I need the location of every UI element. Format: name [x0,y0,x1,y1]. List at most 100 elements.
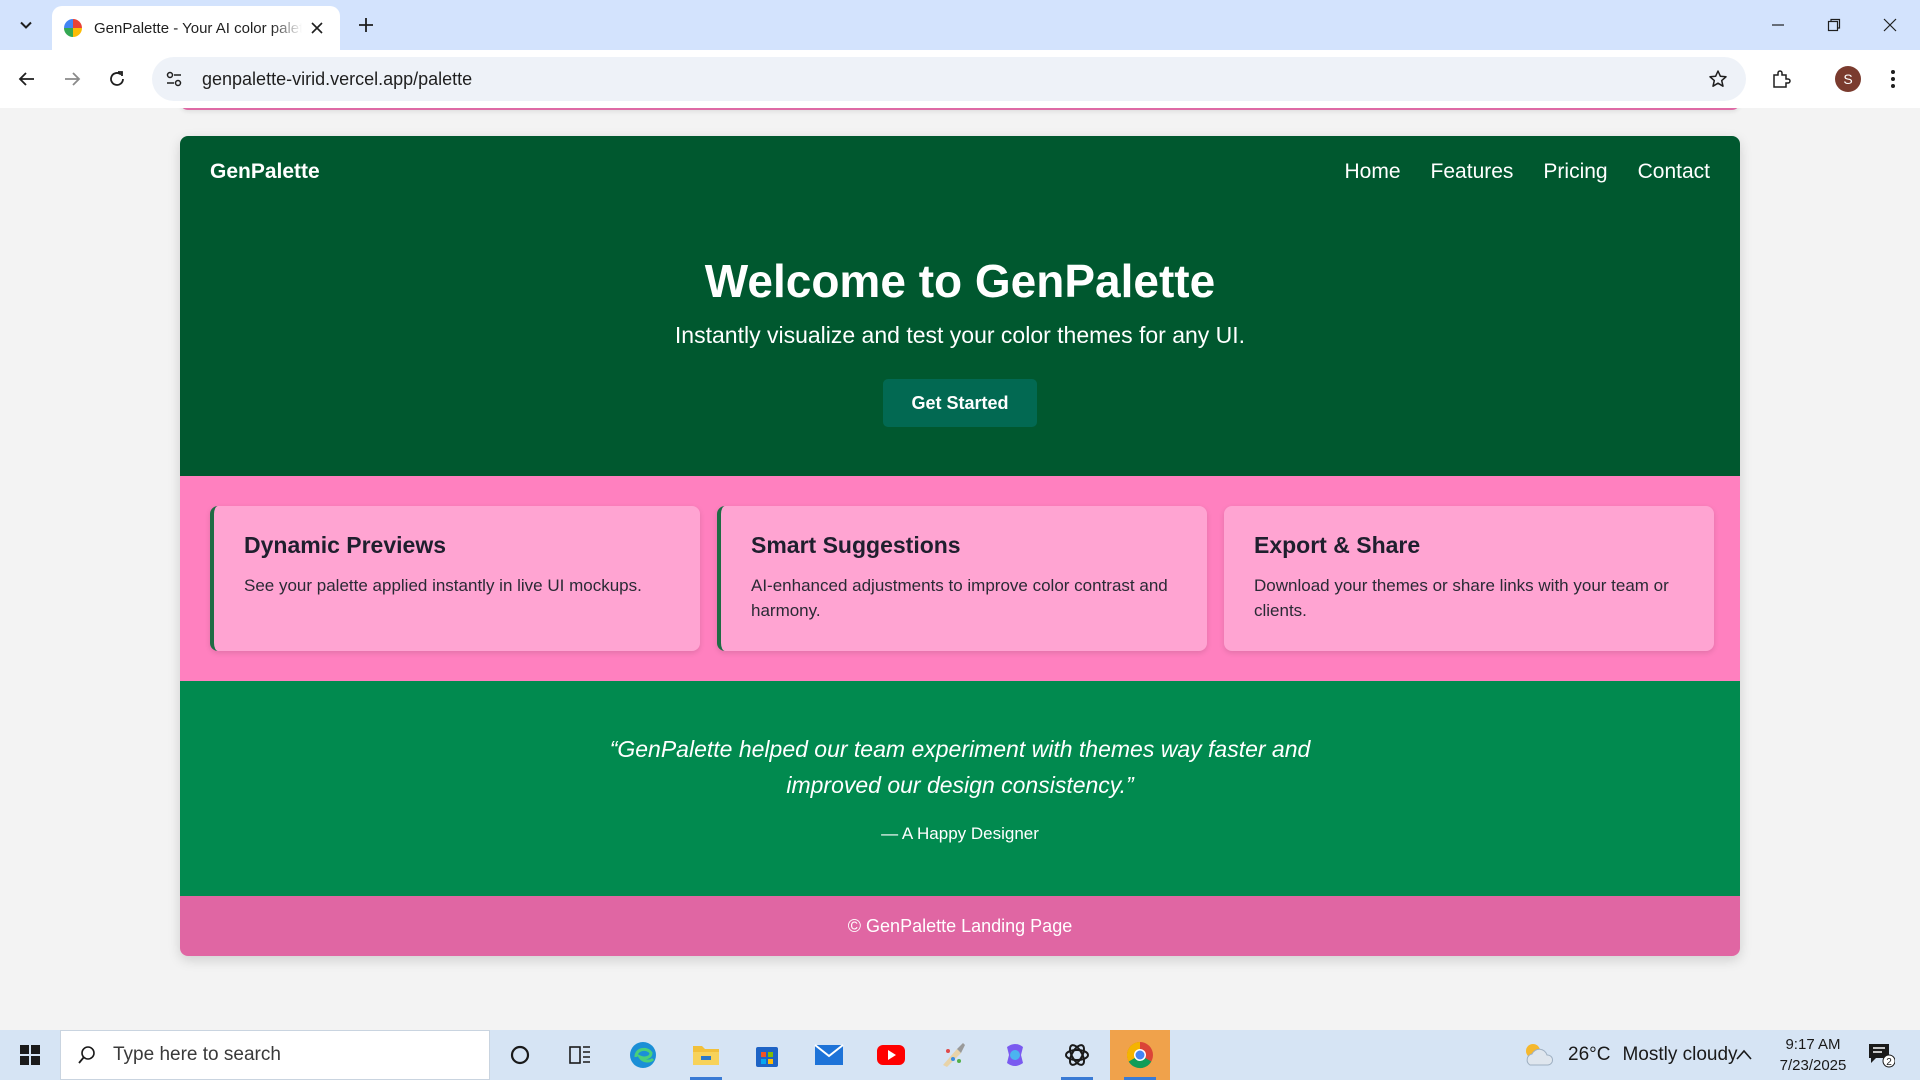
openai-icon [1065,1044,1089,1066]
feature-title: Export & Share [1254,532,1421,558]
site-brand[interactable]: GenPalette [210,160,320,184]
bookmark-button[interactable] [1704,65,1732,93]
nav-contact[interactable]: Contact [1638,160,1710,184]
chrome-icon [1126,1041,1153,1069]
profile-button[interactable]: S [1831,62,1865,96]
address-bar[interactable]: genpalette-virid.vercel.app/palette [152,57,1746,101]
task-view-icon [569,1046,590,1064]
site-nav: Home Features Pricing Contact [1345,160,1710,184]
feature-description: AI-enhanced adjustments to improve color… [751,576,1168,620]
new-tab-button[interactable] [350,10,382,40]
chatgpt-taskbar-icon[interactable] [1047,1030,1107,1080]
windows-logo-icon [20,1045,40,1065]
youtube-icon [877,1045,905,1065]
tune-icon [166,71,182,87]
windows-taskbar: Type here to search 26°C Mostly cloudy 9… [0,1030,1920,1080]
site-favicon-icon [64,19,82,37]
more-vertical-icon [1891,70,1895,88]
clock-time: 9:17 AM [1785,1036,1841,1053]
features-section: Dynamic Previews See your palette applie… [180,476,1740,681]
file-explorer-taskbar-icon[interactable] [676,1030,736,1080]
plus-icon [359,18,373,32]
notification-icon: 2 [1869,1044,1895,1068]
restore-icon [1827,18,1841,32]
close-window-button[interactable] [1862,0,1918,50]
nav-features[interactable]: Features [1431,160,1514,184]
weather-condition: Mostly cloudy [1622,1044,1738,1065]
testimonial-section: “GenPalette helped our team experiment w… [180,681,1740,896]
arrow-right-icon [65,72,81,86]
close-icon [1883,18,1897,32]
nav-pricing[interactable]: Pricing [1543,160,1607,184]
reload-button[interactable] [100,62,134,96]
edge-icon [630,1042,656,1068]
url-text: genpalette-virid.vercel.app/palette [202,68,473,89]
feature-title: Smart Suggestions [751,532,961,558]
tab-title: GenPalette - Your AI color palette [94,19,302,37]
nav-home[interactable]: Home [1345,160,1401,184]
mail-taskbar-icon[interactable] [799,1030,859,1080]
paint-taskbar-icon[interactable] [923,1030,983,1080]
store-icon [756,1047,778,1067]
feature-description: Download your themes or share links with… [1254,576,1669,620]
weather-widget[interactable]: 26°C Mostly cloudy [1520,1030,1738,1080]
task-view-button[interactable] [550,1030,610,1080]
site-info-button[interactable] [156,61,192,97]
get-started-button[interactable]: Get Started [883,379,1037,427]
notification-center-button[interactable]: 2 [1866,1040,1896,1070]
minimize-button[interactable] [1750,0,1806,50]
copilot-icon [1007,1044,1023,1066]
restore-button[interactable] [1806,0,1862,50]
reload-icon [110,71,124,86]
feature-title: Dynamic Previews [244,532,447,558]
chevron-down-icon [20,21,32,29]
arrow-left-icon [18,72,34,86]
mail-icon [814,1044,844,1065]
forward-button[interactable] [55,62,89,96]
copilot-taskbar-icon[interactable] [985,1030,1045,1080]
taskbar-clock[interactable]: 9:17 AM 7/23/2025 [1768,1034,1858,1076]
browser-toolbar: genpalette-virid.vercel.app/palette S [0,50,1920,108]
chevron-up-icon [1736,1049,1752,1060]
browser-menu-button[interactable] [1876,62,1910,96]
partly-cloudy-icon [1526,1044,1554,1066]
feature-card-smart-suggestions: Smart Suggestions AI-enhanced adjustment… [717,506,1207,651]
browser-tab-bar: GenPalette - Your AI color palette [0,0,1920,50]
testimonial-quote: “GenPalette helped our team experiment w… [609,736,1311,798]
notification-count: 2 [1886,1057,1892,1068]
folder-icon [693,1046,719,1065]
previous-preview-edge [180,108,1740,110]
back-button[interactable] [10,62,44,96]
paint-brush-icon [943,1043,965,1067]
search-placeholder: Type here to search [113,1044,281,1065]
tab-close-button[interactable] [306,17,328,39]
weather-temperature: 26°C [1568,1044,1611,1065]
testimonial-author: — A Happy Designer [881,824,1039,843]
chrome-taskbar-icon[interactable] [1110,1030,1170,1080]
tab-search-button[interactable] [10,10,42,40]
close-icon [311,22,323,34]
avatar: S [1835,66,1861,92]
star-icon [1709,70,1727,87]
feature-description: See your palette applied instantly in li… [244,576,642,595]
taskbar-search-box[interactable]: Type here to search [60,1030,490,1080]
hero-section: GenPalette Home Features Pricing Contact… [180,136,1740,476]
hero-subtitle: Instantly visualize and test your color … [674,322,1246,348]
puzzle-icon [1773,70,1791,88]
browser-tab-active[interactable]: GenPalette - Your AI color palette [52,6,340,50]
clock-date: 7/23/2025 [1779,1057,1847,1074]
show-hidden-icons-button[interactable] [1726,1030,1762,1080]
feature-card-dynamic-previews: Dynamic Previews See your palette applie… [210,506,700,651]
hero-title: Welcome to GenPalette [704,255,1216,307]
palette-preview-card: GenPalette Home Features Pricing Contact… [180,136,1740,956]
youtube-taskbar-icon[interactable] [861,1030,921,1080]
feature-card-export-share: Export & Share Download your themes or s… [1224,506,1714,651]
minimize-icon [1772,24,1784,26]
cortana-button[interactable] [490,1030,550,1080]
edge-taskbar-icon[interactable] [613,1030,673,1080]
site-footer: © GenPalette Landing Page [180,896,1740,956]
start-button[interactable] [0,1030,60,1080]
extensions-button[interactable] [1764,62,1798,96]
page-viewport: GenPalette Home Features Pricing Contact… [0,108,1920,1030]
store-taskbar-icon[interactable] [737,1030,797,1080]
